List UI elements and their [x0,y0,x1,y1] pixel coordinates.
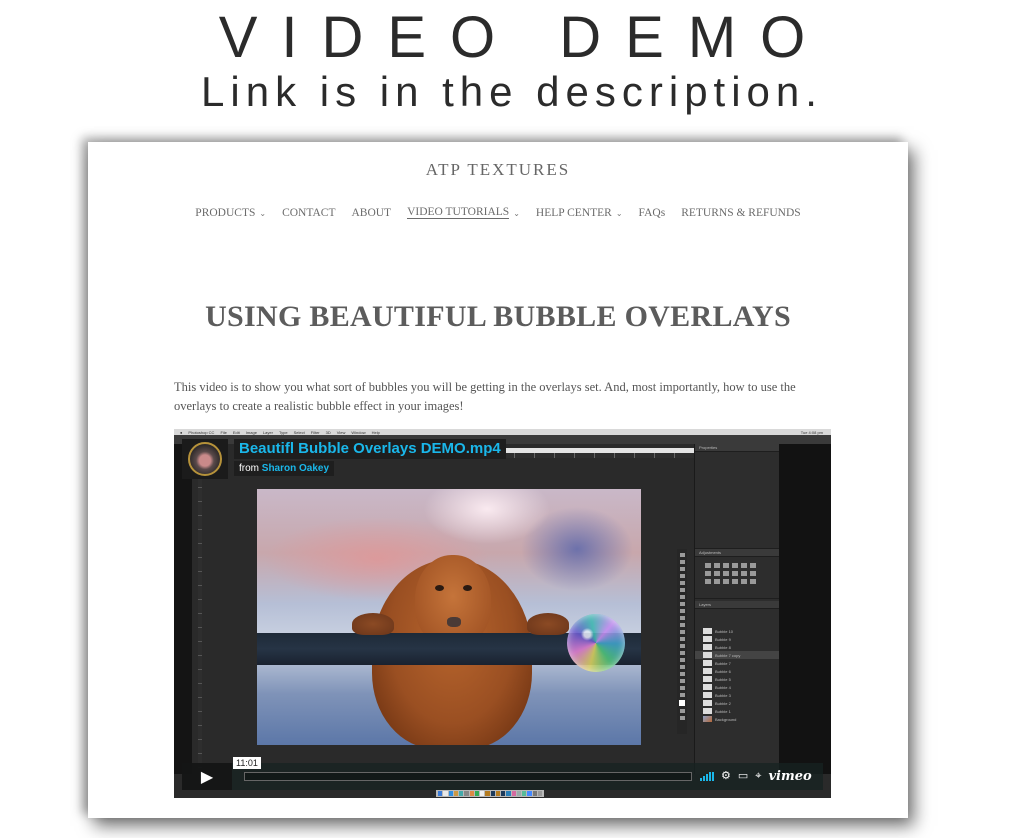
nav-label: HELP CENTER [535,206,612,219]
nav-item-faqs[interactable]: FAQs [639,206,666,219]
adjustment-icons [695,557,779,590]
dog-photo-canvas [257,489,641,745]
page-title: USING BEAUTIFUL BUBBLE OVERLAYS [205,300,791,333]
layer-row: Bubble 5 [695,675,779,683]
ps-clock: Tue 4:08 pm [800,429,823,435]
panel-header: Properties [695,444,779,452]
author-avatar[interactable] [188,442,222,476]
photoshop-left-gutter [174,444,192,774]
layer-row: Bubble 2 [695,699,779,707]
chevron-down-icon: ⌄ [615,209,623,218]
layer-row: Bubble 7 [695,659,779,667]
ps-menu: Select [293,429,305,435]
site-logo-title[interactable]: ATP TEXTURES [88,160,908,180]
nav-item-returns-refunds[interactable]: RETURNS & REFUNDS [681,206,801,219]
settings-gear-icon[interactable]: ⚙ [721,771,731,782]
layer-row-background: Background [695,715,779,723]
chevron-down-icon: ⌄ [259,209,267,218]
vimeo-controls-bar: ▶ 11:01 ⚙ ▭ ⌖ vimeo [182,757,823,790]
volume-icon[interactable] [700,772,714,781]
nav-label: PRODUCTS [195,206,256,219]
photoshop-toolbar [677,549,687,734]
nav-label: VIDEO TUTORIALS [407,206,510,219]
intro-paragraph: This video is to show you what sort of b… [174,380,796,413]
nav-label: CONTACT [282,206,336,219]
progress-bar[interactable]: 11:01 [233,757,692,781]
banner-title: VIDEO DEMO [218,5,830,70]
nav-item-video-tutorials[interactable]: VIDEO TUTORIALS ⌄ [407,206,520,219]
airplay-icon[interactable]: ▭ [738,771,748,782]
banner-subtitle: Link is in the description. [201,68,823,115]
website-screenshot-frame: ATP TEXTURES PRODUCTS ⌄ CONTACT ABOUT VI… [88,142,908,818]
dog-eye [435,585,444,591]
ps-menu: Window [351,429,366,435]
layer-row: Bubble 1 [695,707,779,715]
layer-row: Bubble 3 [695,691,779,699]
layer-row: Bubble 9 [695,635,779,643]
photoshop-vertical-ruler [198,459,202,774]
author-link[interactable]: Sharon Oakey [262,463,329,474]
vimeo-video-player[interactable]: ● Photoshop CC File Edit Image Layer Typ… [174,429,831,798]
ps-menu: Help [371,429,380,435]
nav-item-about[interactable]: ABOUT [351,206,391,219]
nav-item-contact[interactable]: CONTACT [282,206,335,219]
ps-menu: Type [278,429,288,435]
layer-row: Bubble 8 [695,643,779,651]
author-avatar-box[interactable] [182,439,228,479]
nav-item-help-center[interactable]: HELP CENTER ⌄ [536,206,623,219]
photoshop-right-gutter [779,444,831,774]
layer-row: Bubble 6 [695,667,779,675]
nav-label: RETURNS & REFUNDS [681,206,801,219]
vimeo-logo[interactable]: vimeo [768,769,811,784]
ps-menu: Edit [232,429,240,435]
duration-label: 11:01 [233,757,261,769]
chevron-down-icon: ⌄ [513,209,520,218]
layer-row: Bubble 4 [695,683,779,691]
byline-prefix: from [239,463,259,474]
adjustments-panel: Adjustments [695,549,779,599]
ps-menu: 3D [325,429,331,435]
properties-panel: Properties [695,444,779,549]
dog-paw [527,613,569,635]
ps-menu: Image [245,429,257,435]
vimeo-title-overlay: Beautifl Bubble Overlays DEMO.mp4 from S… [182,439,506,479]
ps-menu: View [336,429,346,435]
dog-nose [447,617,461,627]
ps-menu: Filter [310,429,320,435]
ps-menu: File [220,429,227,435]
panel-header: Layers [695,601,779,609]
photoshop-panels: Properties Adjustments Layers Bubble 10 … [694,444,779,774]
ps-menu: Layer [262,429,273,435]
dog-eye [463,585,472,591]
ps-menu: Photoshop CC [188,429,215,435]
dog-paw [352,613,394,635]
video-byline: from Sharon Oakey [234,461,335,476]
main-nav: PRODUCTS ⌄ CONTACT ABOUT VIDEO TUTORIALS… [88,206,908,219]
nav-label: FAQs [638,206,666,219]
layers-panel: Layers Bubble 10 Bubble 9 Bubble 8 Bubbl… [695,599,779,723]
panel-header: Adjustments [695,549,779,557]
play-button[interactable]: ▶ [182,763,232,790]
video-title-link[interactable]: Beautifl Bubble Overlays DEMO.mp4 [234,439,506,459]
play-icon: ▶ [200,768,214,786]
bubble-overlay [567,614,625,672]
layer-row-selected: Bubble 7 copy [695,651,779,659]
nav-label: ABOUT [351,206,392,219]
fullscreen-icon[interactable]: ⌖ [755,771,761,782]
macos-dock [436,790,544,797]
layer-row: Bubble 10 [695,627,779,635]
nav-item-products[interactable]: PRODUCTS ⌄ [195,206,266,219]
apple-icon: ● [180,429,183,435]
